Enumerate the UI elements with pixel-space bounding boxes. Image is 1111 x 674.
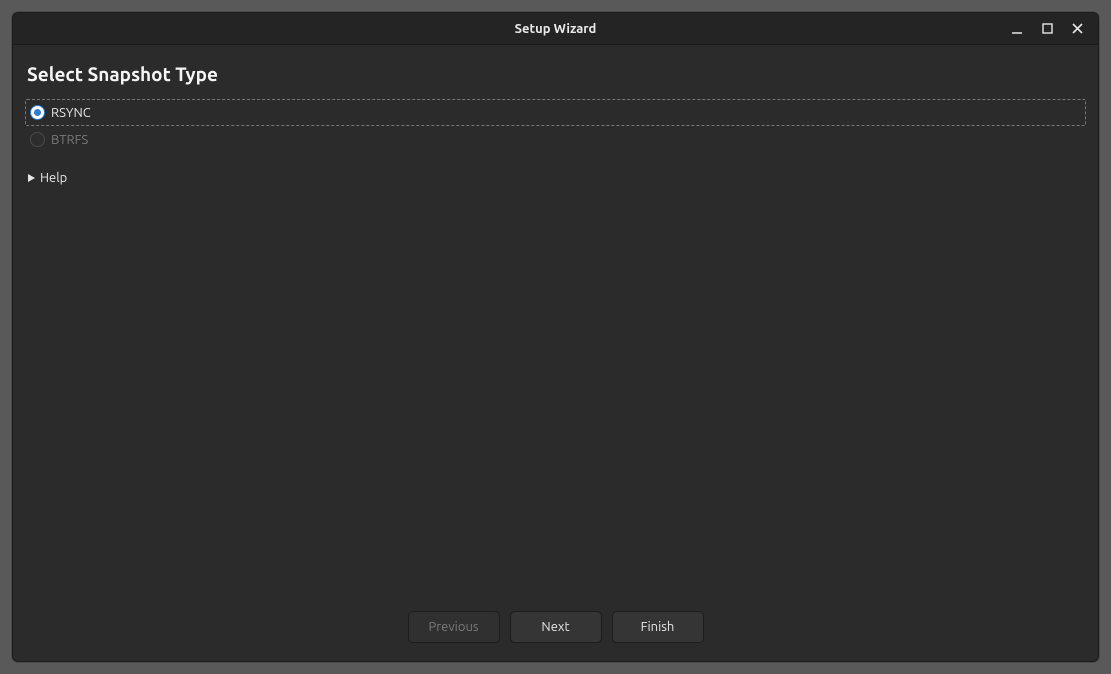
title-bar: Setup Wizard	[13, 13, 1098, 45]
radio-indicator	[30, 132, 45, 147]
help-label: Help	[40, 171, 67, 185]
content-area: Select Snapshot Type RSYNC BTRFS Help Pr…	[13, 45, 1098, 661]
finish-button[interactable]: Finish	[612, 611, 704, 643]
minimize-button[interactable]	[1002, 15, 1032, 43]
radio-indicator	[30, 105, 45, 120]
maximize-icon	[1042, 23, 1053, 34]
wizard-window: Setup Wizard Select Snapshot Type RSYNC …	[12, 12, 1099, 662]
previous-button: Previous	[408, 611, 500, 643]
window-title: Setup Wizard	[515, 22, 597, 36]
expander-triangle-icon	[27, 173, 36, 183]
radio-rsync[interactable]: RSYNC	[25, 99, 1086, 126]
wizard-buttons: Previous Next Finish	[25, 601, 1086, 657]
minimize-icon	[1011, 23, 1023, 35]
maximize-button[interactable]	[1032, 15, 1062, 43]
help-expander[interactable]: Help	[25, 163, 1086, 193]
radio-btrfs[interactable]: BTRFS	[25, 126, 1086, 153]
radio-btrfs-label: BTRFS	[51, 133, 88, 147]
next-button[interactable]: Next	[510, 611, 602, 643]
radio-rsync-label: RSYNC	[51, 106, 91, 120]
snapshot-type-group: RSYNC BTRFS	[25, 99, 1086, 153]
page-heading: Select Snapshot Type	[25, 55, 1086, 99]
window-controls	[1002, 13, 1092, 44]
close-icon	[1072, 23, 1083, 34]
close-button[interactable]	[1062, 15, 1092, 43]
